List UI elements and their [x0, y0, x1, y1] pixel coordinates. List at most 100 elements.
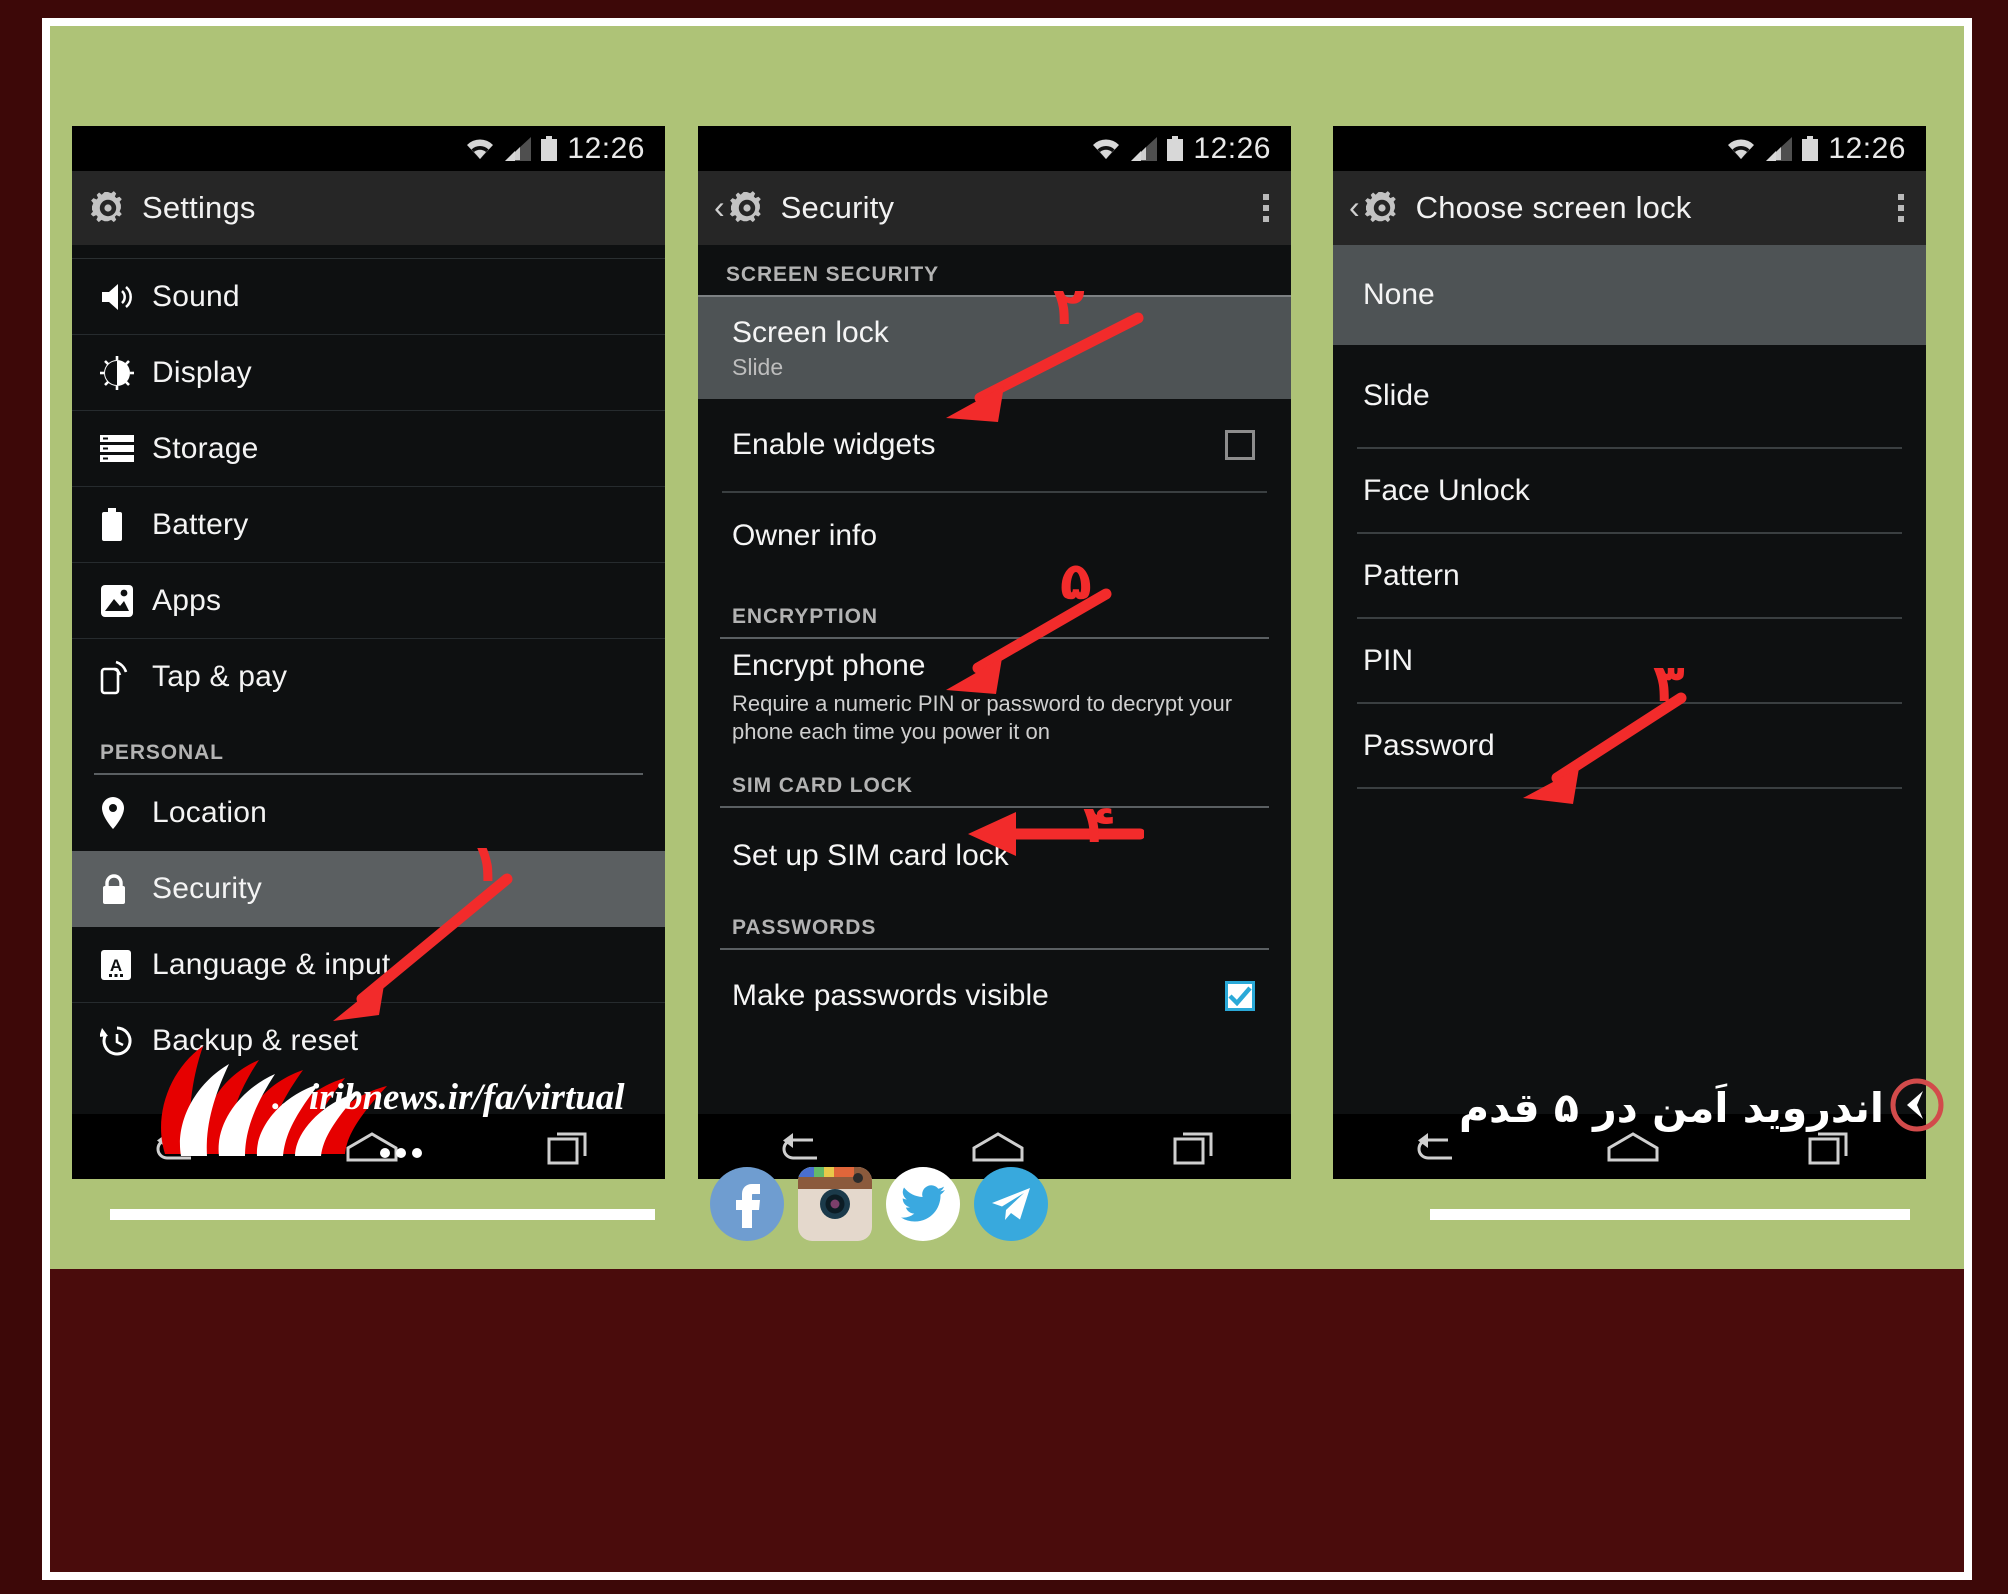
setting-screen-lock[interactable]: Screen lock Slide	[698, 295, 1291, 399]
location-pin-icon	[100, 796, 152, 830]
section-header-sim-card-lock: SIM CARD LOCK	[732, 774, 913, 798]
setting-label: Screen lock	[732, 315, 889, 349]
poster-root: 12:26 Settings Sound Display Storage Bat…	[0, 0, 2008, 1594]
battery-icon	[100, 507, 152, 542]
page-title: Settings	[142, 190, 256, 225]
svg-text:A: A	[110, 956, 122, 975]
headline-text: اندروید اَمن در ۵ قدم	[1459, 1084, 1884, 1132]
setting-owner-info[interactable]: Owner info	[698, 493, 1291, 579]
setting-set-up-sim-card-lock[interactable]: Set up SIM card lock	[698, 808, 1291, 904]
setting-make-passwords-visible[interactable]: Make passwords visible	[698, 950, 1291, 1042]
section-header-passwords: PASSWORDS	[732, 916, 877, 940]
phone-screenshot-settings: 12:26 Settings Sound Display Storage Bat…	[72, 126, 665, 1179]
lock-option-label: Slide	[1363, 379, 1430, 412]
white-frame: 12:26 Settings Sound Display Storage Bat…	[42, 18, 1972, 1580]
footer-bar	[50, 1269, 1964, 1572]
apps-icon	[100, 584, 152, 618]
sidebar-item-display[interactable]: Display	[72, 335, 665, 411]
enable-widgets-checkbox[interactable]	[1225, 430, 1255, 460]
sidebar-item-sound[interactable]: Sound	[72, 259, 665, 335]
gear-icon	[729, 191, 761, 223]
list-divider	[1357, 787, 1902, 789]
lock-option-pin[interactable]: PIN	[1333, 619, 1926, 702]
signal-icon	[1766, 136, 1793, 161]
brightness-icon	[100, 355, 152, 390]
setting-label: Enable widgets	[732, 428, 936, 461]
sidebar-item-apps[interactable]: Apps	[72, 563, 665, 639]
status-bar: 12:26	[72, 126, 665, 171]
make-passwords-visible-checkbox[interactable]	[1225, 981, 1255, 1012]
sidebar-item-tap-and-pay[interactable]: Tap & pay	[72, 639, 665, 715]
phone-screenshot-security: 12:26 ‹ Security SCREEN SECURITY Screen …	[698, 126, 1291, 1179]
signal-icon	[1131, 136, 1158, 161]
step-number-3: ۳	[1653, 654, 1685, 714]
sidebar-item-battery[interactable]: Battery	[72, 487, 665, 563]
sidebar-item-label: Security	[152, 871, 262, 905]
battery-icon	[1167, 135, 1184, 161]
overflow-menu-icon[interactable]	[1263, 194, 1269, 222]
footer-divider-left	[110, 1209, 655, 1220]
facebook-icon[interactable]	[710, 1167, 784, 1241]
recents-icon[interactable]	[545, 1128, 593, 1166]
status-bar: 12:26	[698, 126, 1291, 171]
sidebar-item-location[interactable]: Location	[72, 775, 665, 851]
sidebar-item-label: Apps	[152, 583, 222, 617]
setting-encrypt-phone[interactable]: Encrypt phone Require a numeric PIN or p…	[698, 639, 1291, 756]
overflow-menu-icon[interactable]	[1898, 194, 1904, 222]
step-number-5: ۵	[1060, 552, 1092, 612]
lock-icon	[100, 872, 152, 906]
up-chevron-icon[interactable]: ‹	[1349, 191, 1360, 223]
page-title: Security	[780, 190, 895, 225]
lock-option-pattern[interactable]: Pattern	[1333, 534, 1926, 617]
section-header-personal: PERSONAL	[100, 741, 224, 764]
lock-option-face-unlock[interactable]: Face Unlock	[1333, 449, 1926, 532]
lock-option-none[interactable]: None	[1333, 245, 1926, 345]
status-bar-time: 12:26	[1828, 131, 1906, 165]
sidebar-item-label: Sound	[152, 279, 240, 313]
lock-option-label: Pattern	[1363, 558, 1460, 592]
setting-summary: Require a numeric PIN or password to dec…	[732, 691, 1233, 745]
status-bar-time: 12:26	[1193, 131, 1271, 165]
battery-icon	[541, 135, 558, 161]
social-links[interactable]	[710, 1167, 1048, 1241]
screen-lock-options-list[interactable]: None Slide Face Unlock Pattern PIN Passw…	[1333, 245, 1926, 1114]
sidebar-item-label: Tap & pay	[152, 660, 288, 693]
action-bar: Settings	[72, 171, 665, 245]
sidebar-item-language-and-input[interactable]: A Language & input	[72, 927, 665, 1003]
home-icon[interactable]	[970, 1130, 1026, 1164]
footer-divider-right	[1430, 1209, 1910, 1220]
page-title: Choose screen lock	[1415, 190, 1692, 225]
lock-option-password[interactable]: Password	[1333, 704, 1926, 787]
lock-option-slide[interactable]: Slide	[1333, 345, 1926, 447]
back-badge-icon[interactable]	[1890, 1078, 1944, 1132]
action-bar: ‹ Security	[698, 171, 1291, 245]
battery-icon	[1802, 135, 1819, 161]
sidebar-item-storage[interactable]: Storage	[72, 411, 665, 487]
status-bar-time: 12:26	[567, 131, 645, 165]
sidebar-item-security[interactable]: Security	[72, 851, 665, 927]
recents-icon[interactable]	[1806, 1128, 1854, 1166]
step-number-2: ۲	[1053, 277, 1085, 337]
sidebar-item-label: Location	[152, 796, 268, 829]
back-icon[interactable]	[1406, 1130, 1460, 1164]
instagram-icon[interactable]	[798, 1167, 872, 1241]
telegram-icon[interactable]	[974, 1167, 1048, 1241]
sidebar-item-label: Storage	[152, 431, 259, 465]
lock-option-label: Face Unlock	[1363, 473, 1530, 507]
section-header-encryption: ENCRYPTION	[732, 605, 878, 628]
recents-icon[interactable]	[1171, 1128, 1219, 1166]
security-list[interactable]: SCREEN SECURITY Screen lock Slide Enable…	[698, 245, 1291, 1114]
section-header-screen-security: SCREEN SECURITY	[726, 263, 940, 286]
home-icon[interactable]	[1605, 1130, 1661, 1164]
lock-option-label: None	[1363, 278, 1435, 311]
back-icon[interactable]	[771, 1130, 825, 1164]
settings-list[interactable]: Sound Display Storage Battery Apps Tap &…	[72, 245, 665, 1114]
gear-icon	[90, 191, 122, 223]
setting-label: Owner info	[732, 519, 878, 552]
up-chevron-icon[interactable]: ‹	[714, 191, 725, 223]
setting-enable-widgets[interactable]: Enable widgets	[698, 399, 1291, 491]
footer-url[interactable]: ... iribnews.ir/fa/virtual	[272, 1076, 625, 1119]
lock-option-label: Password	[1363, 728, 1495, 762]
storage-icon	[100, 434, 152, 464]
twitter-icon[interactable]	[886, 1167, 960, 1241]
